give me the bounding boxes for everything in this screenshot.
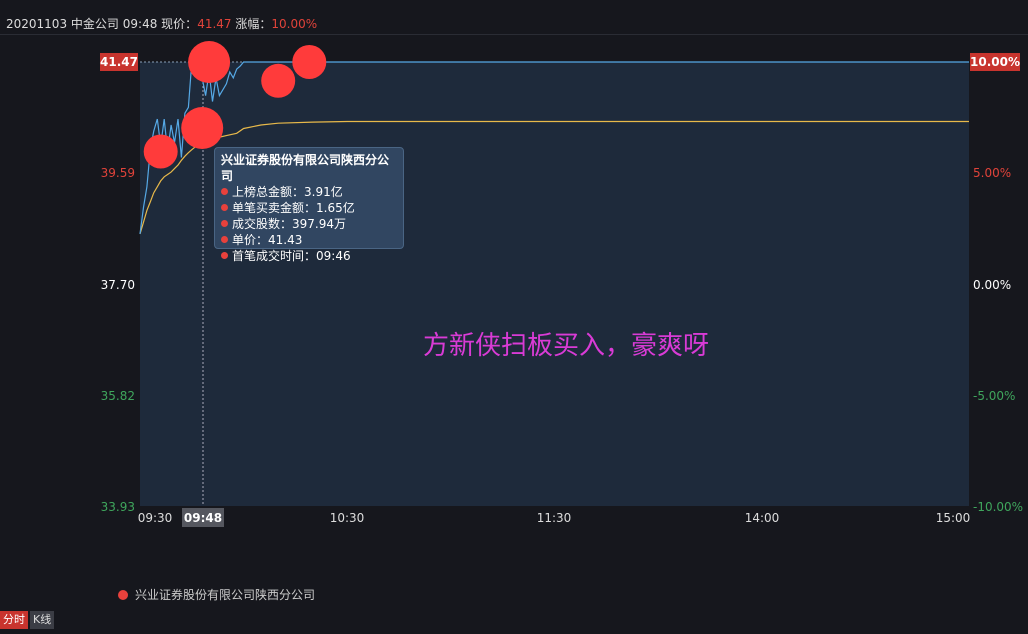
trade-bubble[interactable] (292, 45, 327, 79)
tooltip-title: 兴业证券股份有限公司陕西分公司 (221, 153, 390, 183)
tooltip-row-text: 单价：41.43 (232, 233, 303, 247)
y-left-tick: 35.82 (101, 389, 135, 403)
red-dot-icon (221, 188, 228, 195)
red-dot-icon (221, 236, 228, 243)
trade-bubble[interactable] (188, 41, 231, 83)
trade-tooltip: 兴业证券股份有限公司陕西分公司 上榜总金额：3.91亿 单笔买卖金额：1.65亿… (214, 147, 404, 263)
x-tick: 09:30 (138, 511, 173, 525)
y-right-tick: -5.00% (973, 389, 1015, 403)
view-tabs: 分时 K线 (0, 611, 56, 629)
y-right-tick: 0.00% (973, 278, 1011, 292)
intraday-chart[interactable]: 39.59 37.70 35.82 33.93 5.00% 0.00% -5.0… (0, 0, 1028, 634)
chart-legend[interactable]: 兴业证券股份有限公司陕西分公司 (118, 586, 315, 603)
tooltip-row: 上榜总金额：3.91亿 (221, 184, 397, 200)
tooltip-row-text: 上榜总金额：3.91亿 (232, 185, 343, 199)
x-tick: 15:00 (936, 511, 971, 525)
trade-bubble[interactable] (181, 107, 224, 149)
tooltip-row: 首笔成交时间：09:46 (221, 248, 397, 264)
x-tick: 11:30 (537, 511, 572, 525)
red-dot-icon (221, 204, 228, 211)
tooltip-row-text: 单笔买卖金额：1.65亿 (232, 201, 355, 215)
trade-bubble[interactable] (261, 63, 296, 98)
tooltip-row: 单笔买卖金额：1.65亿 (221, 200, 397, 216)
plot-area (140, 62, 969, 506)
tooltip-row-text: 成交股数：397.94万 (232, 217, 346, 231)
x-tick: 14:00 (745, 511, 780, 525)
legend-label: 兴业证券股份有限公司陕西分公司 (135, 588, 316, 602)
y-left-tick: 37.70 (101, 278, 135, 292)
y-right-tick: 5.00% (973, 166, 1011, 180)
red-dot-icon (221, 252, 228, 259)
left-price-marker-label: 41.47 (100, 55, 138, 69)
chart-annotation: 方新侠扫板买入，豪爽呀 (423, 331, 710, 361)
y-left-tick: 39.59 (101, 166, 135, 180)
tab-intraday[interactable]: 分时 (0, 611, 28, 629)
trade-bubble[interactable] (143, 134, 178, 169)
legend-dot-icon (118, 590, 128, 600)
right-pct-marker-label: 10.00% (970, 55, 1020, 69)
y-right-tick: -10.00% (973, 500, 1023, 514)
red-dot-icon (221, 220, 228, 227)
y-left-tick: 33.93 (101, 500, 135, 514)
tooltip-row-text: 首笔成交时间：09:46 (232, 249, 351, 263)
tab-kline[interactable]: K线 (30, 611, 55, 629)
tooltip-row: 单价：41.43 (221, 232, 397, 248)
x-tick: 10:30 (330, 511, 365, 525)
tooltip-row: 成交股数：397.94万 (221, 216, 397, 232)
crosshair-time-label: 09:48 (184, 511, 222, 525)
